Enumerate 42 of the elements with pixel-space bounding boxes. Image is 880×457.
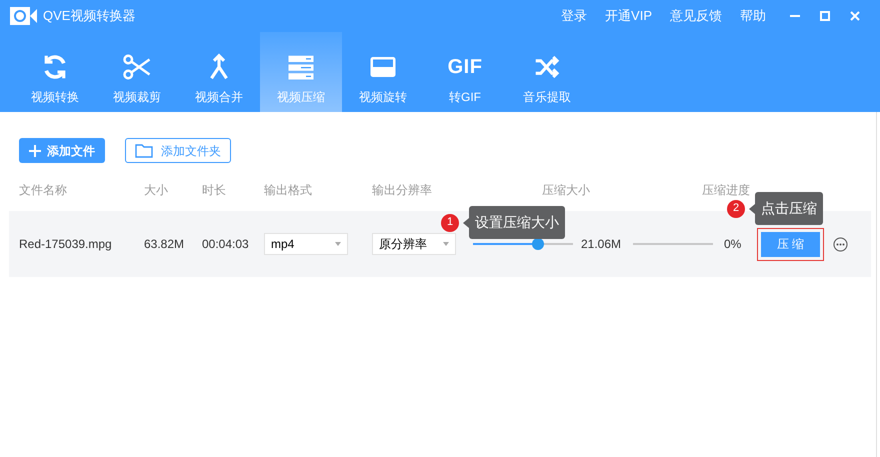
tab[interactable]: GIF 转GIF <box>424 32 506 112</box>
caret-icon <box>335 242 341 246</box>
maximize-icon[interactable] <box>820 11 830 21</box>
gif-icon: GIF <box>448 52 482 82</box>
tab[interactable]: 视频合并 <box>178 32 260 112</box>
column-header: 大小 <box>144 183 168 197</box>
column-header: 文件名称 <box>19 183 67 197</box>
compress-button[interactable]: 压 缩 <box>761 232 820 256</box>
progress-percent: 0% <box>724 236 742 253</box>
step-badge: 2 <box>727 200 745 218</box>
column-header: 输出格式 <box>264 183 312 197</box>
column-header: 压缩大小 <box>542 183 590 197</box>
compressed-size: 21.06M <box>581 236 622 253</box>
header-link[interactable]: 开通VIP <box>605 6 652 26</box>
column-header: 时长 <box>202 183 226 197</box>
scissors-icon <box>122 52 152 82</box>
add-folder-button[interactable]: 添加文件夹 <box>125 138 231 163</box>
hint-tooltip: 设置压缩大小 <box>463 206 565 239</box>
file-duration: 00:04:03 <box>202 236 250 253</box>
format-dropdown[interactable]: mp4 <box>264 233 348 255</box>
header-link[interactable]: 意见反馈 <box>670 6 722 26</box>
more-icon[interactable] <box>833 236 848 252</box>
caret-icon <box>443 242 449 246</box>
camera-logo-icon <box>10 6 37 26</box>
tab[interactable]: 音乐提取 <box>506 32 588 112</box>
close-icon[interactable] <box>850 11 860 21</box>
tab[interactable]: 视频裁剪 <box>96 32 178 112</box>
tab[interactable]: 视频压缩 <box>260 32 342 112</box>
column-header: 压缩进度 <box>702 183 750 197</box>
column-header: 输出分辨率 <box>372 183 432 197</box>
header-link[interactable]: 登录 <box>561 6 588 26</box>
hint-tooltip: 点击压缩 <box>749 192 823 225</box>
tab[interactable]: 视频转换 <box>14 32 96 112</box>
folder-icon <box>135 144 153 158</box>
resolution-dropdown[interactable]: 原分辨率 <box>372 233 456 255</box>
file-size: 63.82M <box>144 236 186 253</box>
tab[interactable]: 视频旋转 <box>342 32 424 112</box>
plus-icon <box>29 144 41 156</box>
file-name: Red-175039.mpg <box>19 236 113 253</box>
header-link[interactable]: 帮助 <box>740 6 766 26</box>
window-title: QVE视频转换器 <box>43 7 136 26</box>
add-file-button[interactable]: 添加文件 <box>19 138 105 163</box>
